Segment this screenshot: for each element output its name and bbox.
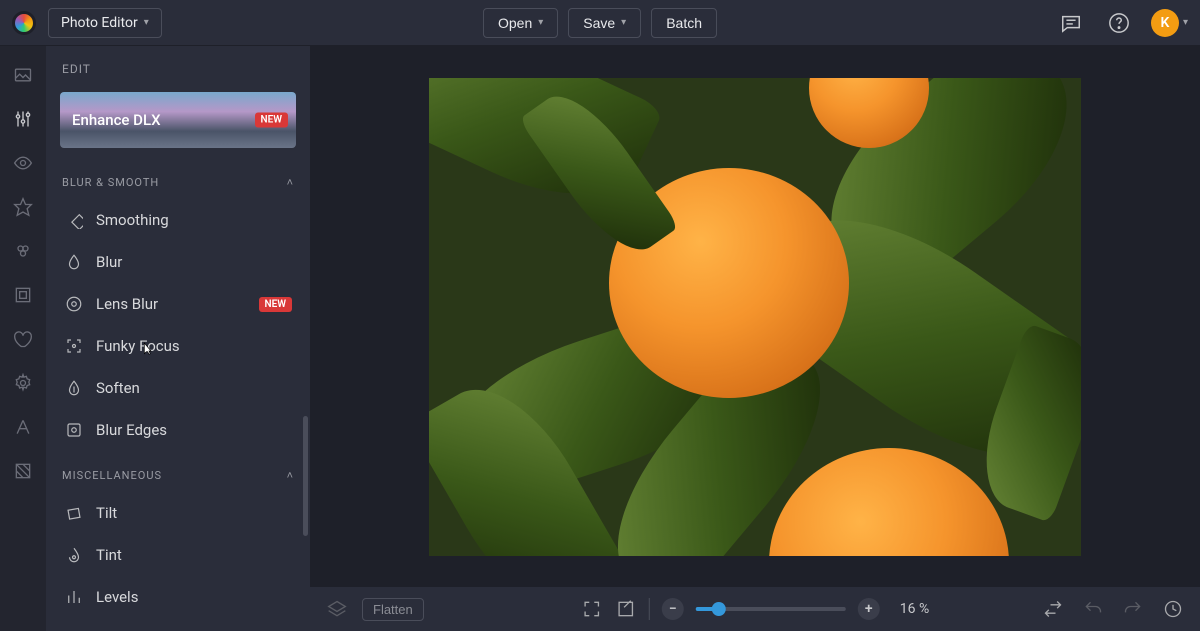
chevron-down-icon: ▾ bbox=[144, 17, 149, 28]
new-badge: NEW bbox=[255, 113, 289, 128]
panel-scrollbar[interactable] bbox=[303, 416, 308, 536]
flatten-button[interactable]: Flatten bbox=[362, 598, 424, 621]
section-title: BLUR & SMOOTH bbox=[62, 176, 159, 189]
chevron-down-icon: ▾ bbox=[1183, 17, 1188, 28]
section-header-misc[interactable]: MISCELLANEOUS ˄ bbox=[62, 469, 294, 482]
undo-icon[interactable] bbox=[1082, 598, 1104, 620]
tint-drop-icon bbox=[64, 545, 84, 565]
soften-icon bbox=[64, 378, 84, 398]
new-badge: NEW bbox=[259, 297, 293, 312]
batch-button[interactable]: Batch bbox=[651, 8, 717, 38]
gear-tool-icon[interactable] bbox=[12, 372, 34, 394]
bottom-bar: Flatten − + 16 % bbox=[310, 587, 1200, 631]
compare-icon[interactable] bbox=[1042, 598, 1064, 620]
header-bar: Photo Editor ▾ Open ▾ Save ▾ Batch K ▾ bbox=[0, 0, 1200, 46]
canvas-image bbox=[429, 78, 1081, 556]
effect-label: Tint bbox=[96, 546, 122, 564]
app-title-label: Photo Editor bbox=[61, 15, 138, 31]
effects-tool-icon[interactable] bbox=[12, 240, 34, 262]
effect-label: Smoothing bbox=[96, 211, 169, 229]
effect-soften[interactable]: Soften bbox=[60, 367, 296, 409]
eye-tool-icon[interactable] bbox=[12, 152, 34, 174]
header-center-group: Open ▾ Save ▾ Batch bbox=[483, 8, 717, 38]
effect-label: Tilt bbox=[96, 504, 117, 522]
avatar-initial: K bbox=[1161, 15, 1170, 31]
effect-tilt[interactable]: Tilt bbox=[60, 492, 296, 534]
fit-screen-icon[interactable] bbox=[581, 598, 603, 620]
chevron-down-icon: ▾ bbox=[538, 17, 543, 28]
zoom-value: 16 % bbox=[900, 601, 929, 617]
levels-icon bbox=[64, 587, 84, 607]
edge-square-icon bbox=[64, 420, 84, 440]
help-icon[interactable] bbox=[1103, 7, 1135, 39]
canvas-area: Flatten − + 16 % bbox=[310, 46, 1200, 631]
zoom-out-button[interactable]: − bbox=[662, 598, 684, 620]
edit-panel: EDIT Enhance DLX NEW BLUR & SMOOTH ˄ Smo… bbox=[46, 46, 310, 631]
effect-label: Blur Edges bbox=[96, 421, 167, 439]
diamond-icon bbox=[64, 210, 84, 230]
comments-icon[interactable] bbox=[1055, 7, 1087, 39]
effect-blur-edges[interactable]: Blur Edges bbox=[60, 409, 296, 451]
text-tool-icon[interactable] bbox=[12, 416, 34, 438]
zoom-slider[interactable] bbox=[696, 607, 846, 611]
effect-label: Lens Blur bbox=[96, 295, 158, 313]
open-menu-button[interactable]: Open ▾ bbox=[483, 8, 558, 38]
save-label: Save bbox=[583, 15, 615, 31]
save-menu-button[interactable]: Save ▾ bbox=[568, 8, 641, 38]
chevron-up-icon: ˄ bbox=[287, 469, 294, 482]
section-title: MISCELLANEOUS bbox=[62, 469, 162, 482]
effect-smoothing[interactable]: Smoothing bbox=[60, 199, 296, 241]
star-tool-icon[interactable] bbox=[12, 196, 34, 218]
effect-label: Levels bbox=[96, 588, 138, 606]
redo-icon[interactable] bbox=[1122, 598, 1144, 620]
avatar: K bbox=[1151, 9, 1179, 37]
user-menu-button[interactable]: K ▾ bbox=[1151, 9, 1188, 37]
layers-icon[interactable] bbox=[326, 598, 348, 620]
header-right-group: K ▾ bbox=[1055, 7, 1188, 39]
history-icon[interactable] bbox=[1162, 598, 1184, 620]
zoom-in-button[interactable]: + bbox=[858, 598, 880, 620]
canvas-viewport[interactable] bbox=[310, 46, 1200, 587]
effect-lens-blur[interactable]: Lens Blur NEW bbox=[60, 283, 296, 325]
app-logo-icon[interactable] bbox=[12, 11, 36, 35]
effect-blur[interactable]: Blur bbox=[60, 241, 296, 283]
actual-size-icon[interactable] bbox=[615, 598, 637, 620]
tilt-icon bbox=[64, 503, 84, 523]
texture-tool-icon[interactable] bbox=[12, 460, 34, 482]
image-tool-icon[interactable] bbox=[12, 64, 34, 86]
enhance-dlx-label: Enhance DLX bbox=[72, 111, 161, 129]
app-switcher-button[interactable]: Photo Editor ▾ bbox=[48, 8, 162, 38]
heart-tool-icon[interactable] bbox=[12, 328, 34, 350]
effect-funky-focus[interactable]: Funky Focus bbox=[60, 325, 296, 367]
section-header-blur-smooth[interactable]: BLUR & SMOOTH ˄ bbox=[62, 176, 294, 189]
effect-tint[interactable]: Tint bbox=[60, 534, 296, 576]
open-label: Open bbox=[498, 15, 532, 31]
drop-icon bbox=[64, 252, 84, 272]
chevron-down-icon: ▾ bbox=[621, 17, 626, 28]
frame-tool-icon[interactable] bbox=[12, 284, 34, 306]
aperture-icon bbox=[64, 294, 84, 314]
flatten-label: Flatten bbox=[373, 602, 413, 617]
effect-label: Soften bbox=[96, 379, 140, 397]
chevron-up-icon: ˄ bbox=[287, 176, 294, 189]
tool-rail bbox=[0, 46, 46, 631]
focus-square-icon bbox=[64, 336, 84, 356]
zoom-slider-thumb[interactable] bbox=[712, 602, 726, 616]
enhance-dlx-banner[interactable]: Enhance DLX NEW bbox=[60, 92, 296, 148]
batch-label: Batch bbox=[666, 15, 702, 31]
effect-levels[interactable]: Levels bbox=[60, 576, 296, 618]
effect-label: Funky Focus bbox=[96, 337, 180, 355]
panel-heading: EDIT bbox=[62, 62, 296, 76]
effect-label: Blur bbox=[96, 253, 122, 271]
adjust-tool-icon[interactable] bbox=[12, 108, 34, 130]
